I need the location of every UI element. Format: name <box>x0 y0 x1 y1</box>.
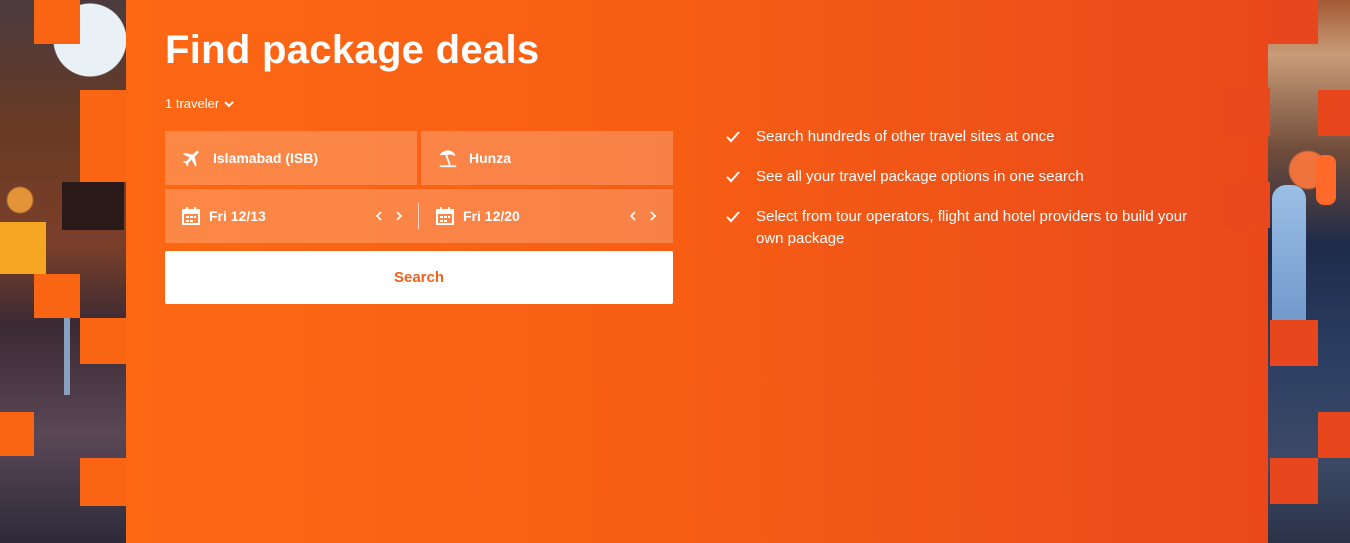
check-icon <box>726 166 742 188</box>
chevron-down-icon <box>224 100 234 107</box>
photo-lantern <box>1316 155 1336 205</box>
benefit-text: Search hundreds of other travel sites at… <box>756 128 1055 145</box>
decorative-tile <box>34 0 80 44</box>
decorative-tile <box>1318 412 1350 458</box>
travelers-label: 1 traveler <box>165 96 220 111</box>
benefit-text: See all your travel package options in o… <box>756 168 1084 185</box>
destination-value: Hunza <box>469 150 511 166</box>
photo-person <box>1272 185 1306 335</box>
benefit-item: Select from tour operators, flight and h… <box>726 206 1196 250</box>
travelers-dropdown[interactable]: 1 traveler <box>165 96 235 111</box>
return-date-value: Fri 12/20 <box>463 208 520 224</box>
decorative-tile <box>80 318 126 364</box>
check-icon <box>726 126 742 148</box>
photo-sign <box>62 182 124 230</box>
benefit-item: See all your travel package options in o… <box>726 166 1196 188</box>
chevron-left-icon[interactable] <box>373 210 385 222</box>
beach-icon <box>439 150 457 168</box>
decorative-tile <box>34 274 80 318</box>
decorative-tile <box>1270 320 1318 366</box>
airplane-icon <box>182 150 199 167</box>
decorative-tile <box>1224 88 1270 136</box>
photo-sign <box>0 222 46 274</box>
date-range: Fri 12/13 Fri 12/20 <box>165 189 673 243</box>
origin-field[interactable]: Islamabad (ISB) <box>165 131 417 185</box>
decorative-tile <box>1224 182 1270 228</box>
origin-value: Islamabad (ISB) <box>213 150 319 166</box>
benefit-item: Search hundreds of other travel sites at… <box>726 126 1196 148</box>
decorative-tile <box>0 412 34 456</box>
hero-banner: Find package deals 1 traveler Islamabad … <box>0 0 1350 543</box>
photo-pole <box>64 315 70 395</box>
chevron-left-icon[interactable] <box>627 210 639 222</box>
depart-date-value: Fri 12/13 <box>209 208 266 224</box>
chevron-right-icon[interactable] <box>647 210 659 222</box>
return-date-field[interactable]: Fri 12/20 <box>419 189 673 243</box>
decorative-tile <box>1268 0 1318 44</box>
calendar-icon <box>436 207 454 225</box>
benefits-list: Search hundreds of other travel sites at… <box>726 126 1196 268</box>
depart-date-stepper <box>373 189 405 243</box>
chevron-right-icon[interactable] <box>393 210 405 222</box>
search-button[interactable]: Search <box>165 251 673 304</box>
decorative-tile <box>1318 90 1350 136</box>
decorative-tile <box>80 90 126 182</box>
return-date-stepper <box>627 189 659 243</box>
benefit-text: Select from tour operators, flight and h… <box>756 208 1188 247</box>
check-icon <box>726 206 742 228</box>
decorative-tile <box>80 458 126 506</box>
depart-date-field[interactable]: Fri 12/13 <box>165 189 419 243</box>
calendar-icon <box>182 207 200 225</box>
destination-field[interactable]: Hunza <box>421 131 673 185</box>
page-title: Find package deals <box>165 28 540 72</box>
decorative-tile <box>1270 458 1318 504</box>
